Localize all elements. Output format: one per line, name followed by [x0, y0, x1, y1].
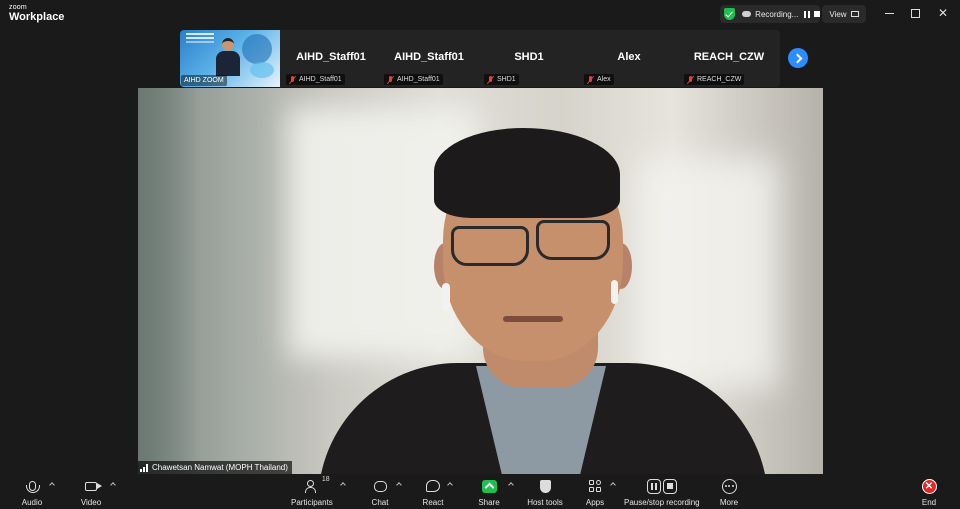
presenter-video — [216, 38, 240, 76]
thumbnail-tile[interactable]: SHD1 SHD1 — [480, 30, 578, 87]
thumbnail-tile[interactable]: REACH_CZW REACH_CZW — [680, 30, 778, 87]
recording-indicator[interactable]: Recording... — [720, 5, 820, 23]
signal-icon — [140, 463, 149, 472]
thumbnail-name: REACH_CZW — [693, 51, 765, 63]
view-button[interactable]: View — [822, 5, 866, 23]
meeting-toolbar: Audio Video 18 Participants Chat React S… — [0, 474, 960, 509]
thumbnail-tile[interactable]: Alex Alex — [580, 30, 678, 87]
react-button[interactable]: React — [422, 478, 444, 507]
app-logo: zoom Workplace — [9, 4, 64, 23]
chat-options-caret[interactable] — [396, 482, 402, 488]
thumbnail-tile[interactable]: AIHD_Staff01 AIHD_Staff01 — [282, 30, 380, 87]
audio-button[interactable]: Audio — [21, 478, 43, 507]
speaker-name-tag: Chawetsan Namwat (MOPH Thailand) — [138, 461, 292, 474]
participant-strip: AIHD ZOOM AIHD_Staff01 AIHD_Staff01 AIHD… — [180, 30, 780, 87]
muted-mic-icon — [387, 75, 394, 84]
camera-icon — [85, 481, 102, 491]
speaker-name: Chawetsan Namwat (MOPH Thailand) — [152, 463, 288, 472]
thumbnail-name: Alex — [617, 51, 641, 63]
title-bar: zoom Workplace Recording... View ✕ — [0, 0, 960, 28]
pause-icon[interactable] — [804, 10, 811, 18]
close-window-button[interactable]: ✕ — [932, 4, 954, 22]
more-button[interactable]: More — [718, 478, 740, 507]
react-options-caret[interactable] — [447, 482, 453, 488]
muted-mic-icon — [487, 75, 494, 84]
shield-icon — [539, 479, 551, 493]
thumbnail-label: AIHD ZOOM — [181, 75, 227, 86]
more-dots-icon — [721, 478, 737, 494]
host-tools-button[interactable]: Host tools — [527, 478, 563, 507]
thumbnail-name: SHD1 — [514, 51, 544, 63]
logo-workplace: Workplace — [9, 11, 65, 23]
cloud-icon — [741, 11, 752, 17]
video-button[interactable]: Video — [80, 478, 102, 507]
pause-stop-recording-button[interactable]: Pause/stop recording — [624, 478, 700, 507]
view-label: View — [829, 9, 847, 19]
audio-options-caret[interactable] — [49, 482, 55, 488]
thumbnail-label: REACH_CZW — [684, 74, 745, 85]
share-options-caret[interactable] — [508, 482, 514, 488]
video-options-caret[interactable] — [110, 482, 116, 488]
mic-icon — [25, 481, 40, 493]
thumbnail-name: AIHD_Staff01 — [296, 51, 366, 63]
heart-icon — [426, 480, 440, 492]
thumbnail-tile[interactable]: AIHD ZOOM — [180, 30, 280, 87]
end-button[interactable]: ✕ End — [919, 478, 939, 507]
apps-options-caret[interactable] — [610, 482, 616, 488]
share-arrow-icon — [481, 479, 497, 493]
minimize-button[interactable] — [878, 4, 900, 22]
recording-label: Recording... — [755, 9, 799, 19]
muted-mic-icon — [289, 75, 296, 84]
people-icon — [304, 480, 319, 493]
logo-zoom: zoom — [9, 4, 27, 11]
thumbnail-label: SHD1 — [484, 74, 519, 85]
end-icon: ✕ — [921, 478, 937, 494]
pause-stop-icon — [646, 478, 677, 494]
stop-icon[interactable] — [814, 11, 820, 17]
muted-mic-icon — [587, 75, 594, 84]
participants-options-caret[interactable] — [340, 482, 346, 488]
thumbnail-tile[interactable]: AIHD_Staff01 AIHD_Staff01 — [380, 30, 478, 87]
restore-button[interactable] — [904, 4, 926, 22]
thumbnail-label: AIHD_Staff01 — [384, 74, 443, 85]
thumbnail-name: AIHD_Staff01 — [394, 51, 464, 63]
apps-icon — [588, 479, 602, 493]
share-button[interactable]: Share — [478, 478, 500, 507]
chevron-right-icon[interactable] — [788, 48, 808, 68]
shield-check-icon — [724, 8, 735, 20]
thumbnail-label: AIHD_Staff01 — [286, 74, 345, 85]
participants-button[interactable]: 18 Participants — [291, 476, 333, 507]
main-video — [138, 88, 823, 474]
muted-mic-icon — [687, 75, 694, 84]
chat-icon — [373, 480, 387, 492]
chat-button[interactable]: Chat — [370, 478, 390, 507]
grid-icon — [850, 11, 859, 17]
apps-button[interactable]: Apps — [584, 478, 606, 507]
thumbnail-label: Alex — [584, 74, 614, 85]
